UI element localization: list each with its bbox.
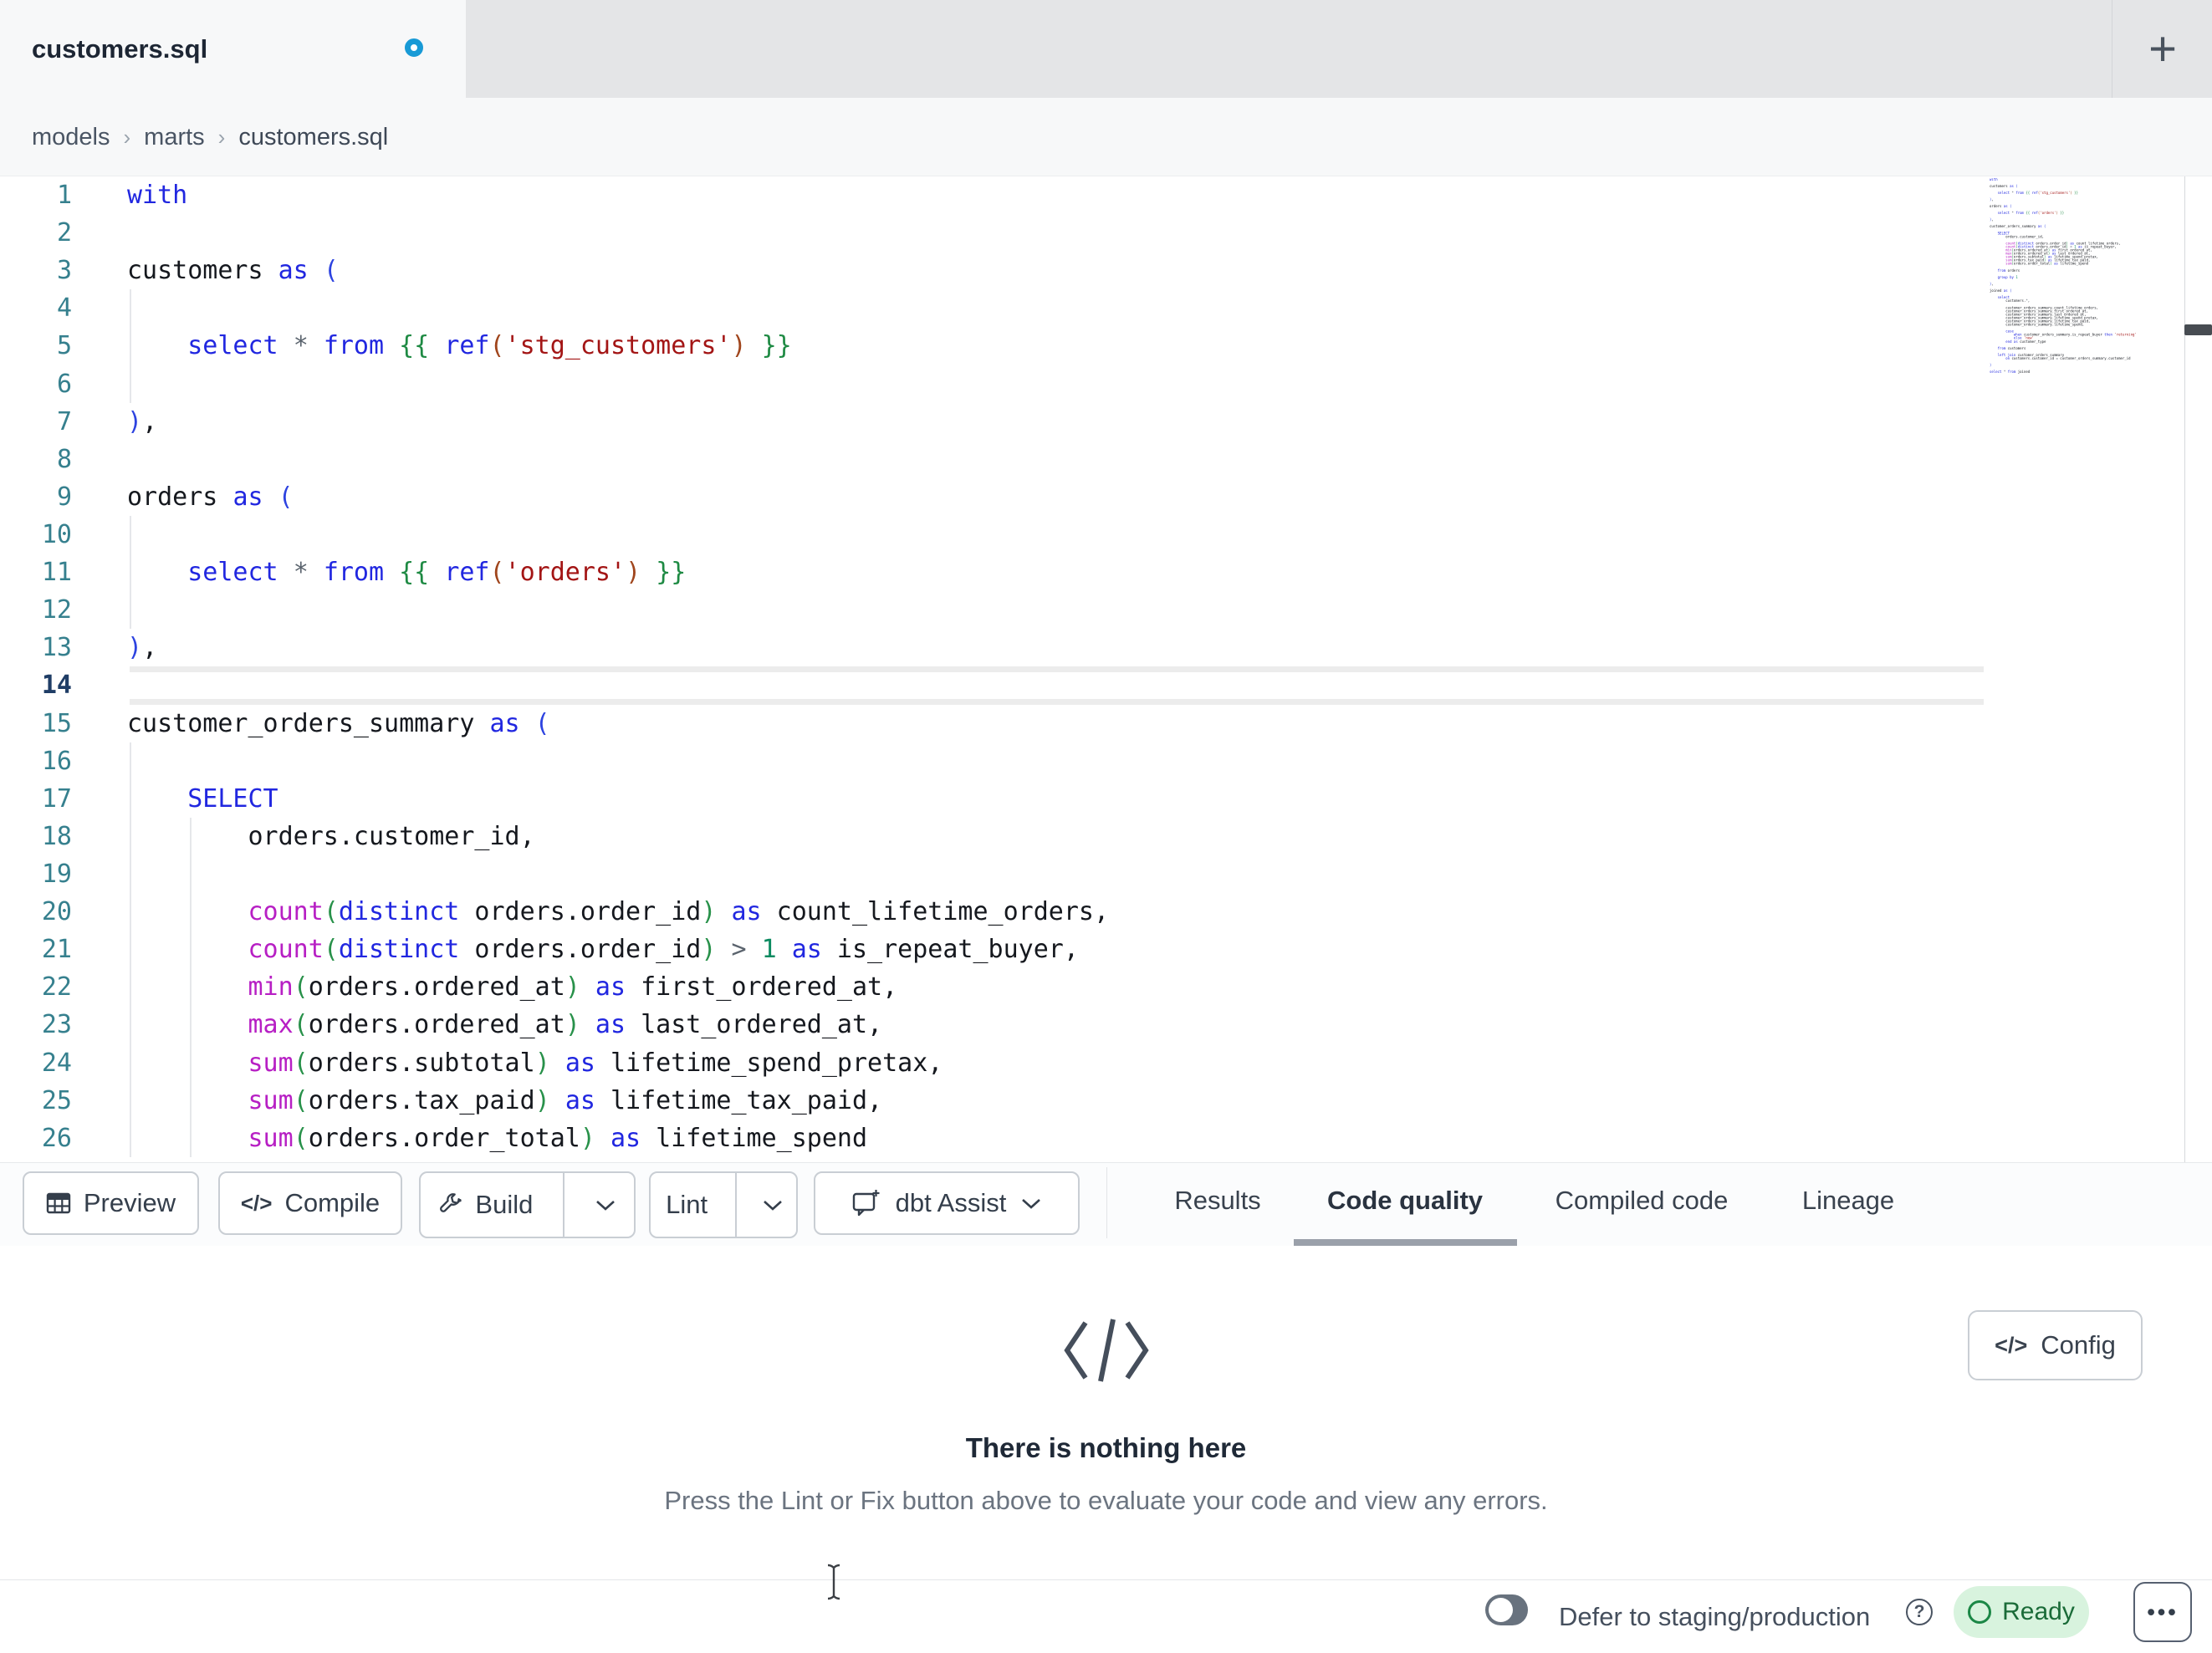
dbt-assist-button[interactable]: dbt Assist bbox=[814, 1171, 1080, 1235]
code-empty-icon bbox=[0, 1313, 2212, 1392]
chevron-down-icon bbox=[1022, 1198, 1041, 1209]
code-quality-panel: There is nothing here Press the Lint or … bbox=[0, 1246, 2212, 1579]
chevron-down-icon bbox=[595, 1200, 615, 1211]
build-dropdown-button[interactable] bbox=[577, 1173, 634, 1237]
build-label: Build bbox=[475, 1190, 534, 1219]
breadcrumb-models[interactable]: models bbox=[32, 124, 110, 151]
toggle-knob bbox=[1489, 1598, 1513, 1622]
preview-button[interactable]: Preview bbox=[23, 1171, 199, 1235]
compile-button[interactable]: </> Compile bbox=[218, 1171, 402, 1235]
empty-state: There is nothing here Press the Lint or … bbox=[0, 1246, 2212, 1516]
lint-dropdown-button[interactable] bbox=[749, 1173, 796, 1237]
panel-tab-lineage[interactable]: Lineage bbox=[1802, 1163, 1894, 1238]
empty-state-subtitle: Press the Lint or Fix button above to ev… bbox=[664, 1486, 1548, 1515]
action-bar: Preview </> Compile Build Lint dbt Assis… bbox=[0, 1162, 2212, 1247]
tab-label: Code quality bbox=[1326, 1186, 1484, 1215]
compile-label: Compile bbox=[284, 1188, 381, 1217]
code-editor[interactable]: 1 2 3 4 5 6 7 8 9 10 11 12 13 14 15 16 17 18 19 20 21 22 23 24 2… bbox=[0, 176, 2212, 1162]
build-split-button: Build bbox=[419, 1171, 636, 1238]
unsaved-changes-dot-icon bbox=[405, 38, 423, 57]
panel-tab-code-quality[interactable]: Code quality bbox=[1327, 1163, 1483, 1238]
build-button[interactable]: Build bbox=[421, 1173, 550, 1237]
dbt-ide-window: customers.sql + models › marts › custome… bbox=[0, 0, 2212, 1653]
status-label: Ready bbox=[2002, 1598, 2075, 1625]
editor-tab-bar: customers.sql + bbox=[0, 0, 2212, 98]
text-cursor-pointer bbox=[825, 1563, 843, 1605]
plus-icon: + bbox=[2148, 21, 2177, 76]
tab-label: Results bbox=[1174, 1186, 1261, 1215]
chevron-down-icon bbox=[764, 1200, 782, 1211]
scrollbar-thumb[interactable] bbox=[2184, 324, 2212, 335]
status-circle-icon bbox=[1968, 1600, 1992, 1624]
ellipsis-icon: ••• bbox=[2147, 1599, 2179, 1625]
split-divider bbox=[562, 1173, 564, 1237]
wrench-icon bbox=[440, 1193, 462, 1212]
code-icon: </> bbox=[1995, 1332, 2028, 1358]
breadcrumb-file: customers.sql bbox=[238, 123, 389, 151]
chevron-right-icon: › bbox=[217, 124, 226, 150]
gutter: 1 2 3 4 5 6 7 8 9 10 11 12 13 14 15 16 17 18 19 20 21 22 23 24 2… bbox=[41, 181, 72, 1153]
lint-split-button: Lint bbox=[649, 1171, 798, 1238]
split-divider bbox=[735, 1173, 737, 1237]
table-icon bbox=[46, 1192, 71, 1214]
lint-label: Lint bbox=[666, 1190, 708, 1219]
question-glyph: ? bbox=[1913, 1602, 1925, 1621]
config-button[interactable]: </> Config bbox=[1968, 1310, 2143, 1380]
tab-label: Compiled code bbox=[1555, 1186, 1729, 1215]
defer-toggle[interactable] bbox=[1485, 1594, 1528, 1625]
assist-chat-icon bbox=[852, 1190, 880, 1217]
help-icon[interactable]: ? bbox=[1906, 1599, 1933, 1625]
panel-tab-results[interactable]: Results bbox=[1174, 1163, 1260, 1238]
more-options-button[interactable]: ••• bbox=[2133, 1582, 2192, 1642]
status-bar: Defer to staging/production ? Ready ••• bbox=[0, 1579, 2212, 1653]
empty-state-title: There is nothing here bbox=[965, 1432, 1247, 1463]
config-label: Config bbox=[2041, 1330, 2116, 1360]
lint-button[interactable]: Lint bbox=[651, 1173, 723, 1237]
breadcrumb: models › marts › customers.sql bbox=[32, 98, 388, 176]
new-tab-button[interactable]: + bbox=[2129, 12, 2196, 85]
dbt-assist-label: dbt Assist bbox=[895, 1188, 1007, 1217]
panel-tab-compiled-code[interactable]: Compiled code bbox=[1556, 1163, 1729, 1238]
tab-customers-sql[interactable]: customers.sql bbox=[0, 0, 466, 98]
minimap[interactable]: with customers as ( select * from {{ ref(… bbox=[1990, 178, 2183, 379]
minimap-content: with customers as ( select * from {{ ref(… bbox=[1990, 178, 2137, 375]
status-badge: Ready bbox=[1954, 1586, 2089, 1638]
preview-label: Preview bbox=[83, 1188, 176, 1217]
tab-label: Lineage bbox=[1801, 1186, 1895, 1215]
defer-label: Defer to staging/production bbox=[1559, 1602, 1871, 1631]
breadcrumb-row: models › marts › customers.sql Save bbox=[0, 98, 2212, 268]
code-lines[interactable]: with customers as ( select * from {{ ref(… bbox=[127, 176, 1984, 1157]
code-icon: </> bbox=[240, 1190, 273, 1216]
chevron-right-icon: › bbox=[123, 124, 131, 150]
tab-title: customers.sql bbox=[32, 33, 208, 64]
toolbar-divider bbox=[1106, 1167, 1107, 1238]
breadcrumb-marts[interactable]: marts bbox=[144, 124, 205, 151]
